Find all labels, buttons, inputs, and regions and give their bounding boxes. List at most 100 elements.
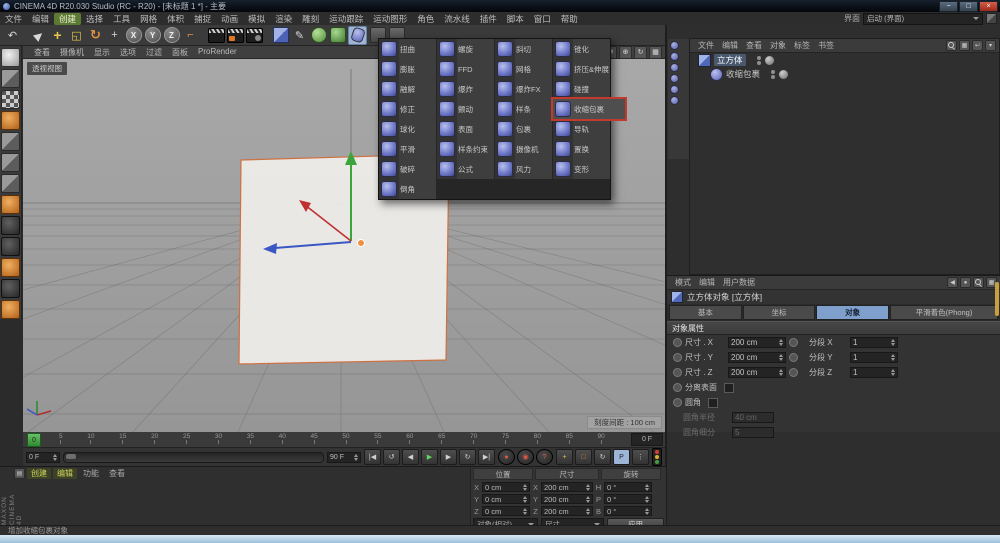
play-backwards-button[interactable]: ↺ [383,449,400,465]
menu-item[interactable]: 运动跟踪 [324,13,368,25]
menu-item[interactable]: 模拟 [243,13,270,25]
visibility-dots-icon[interactable] [757,56,761,65]
stepper-icon[interactable] [779,369,783,376]
search-icon[interactable] [946,40,957,51]
object-manager-menu-item[interactable]: 编辑 [718,40,742,51]
autokey-button[interactable]: ◉ [517,449,534,465]
axis-lock-button[interactable]: X [125,27,142,44]
layout-icon[interactable] [986,13,997,24]
move-tool-icon[interactable]: + [49,27,66,44]
menu-item[interactable]: 捕捉 [189,13,216,25]
phong-tag-icon[interactable] [764,55,775,66]
visibility-dots-icon[interactable] [771,70,775,79]
menu-item[interactable]: 网格 [135,13,162,25]
keyframe-circle-icon[interactable] [673,398,682,407]
stepper-icon[interactable] [891,339,895,346]
stepper-icon[interactable] [523,508,527,515]
key-rotation-button[interactable]: ↻ [594,449,611,465]
record-active-objects-button[interactable]: ● [498,449,515,465]
polygons-mode-icon[interactable] [1,174,20,193]
stepper-icon[interactable] [645,484,649,491]
enable-snap-icon[interactable] [1,237,20,256]
stepper-icon[interactable] [53,454,57,461]
stepper-icon[interactable] [645,496,649,503]
magnet-icon[interactable] [1,258,20,277]
interface-dropdown[interactable]: 启动 (界面) [863,13,983,25]
key-scale-button[interactable]: □ [575,449,592,465]
viewport-menu-item[interactable]: 过滤 [141,47,167,58]
keyframe-circle-icon[interactable] [673,368,682,377]
axis-lock-button[interactable]: Y [144,27,161,44]
prev-frame-button[interactable]: ◀ [402,449,419,465]
edges-mode-icon[interactable] [1,153,20,172]
live-selection-icon[interactable]: ▶ [27,23,51,47]
current-frame-field[interactable]: 0 F [631,433,663,446]
texture-mode-icon[interactable] [1,90,20,109]
jump-end-button[interactable]: ▶| [478,449,495,465]
dock-icon-4[interactable] [670,74,679,83]
range-end-field[interactable]: 90 F [327,452,361,463]
preview-range-slider[interactable] [63,452,324,463]
object-tree-row[interactable]: 收缩包裹 [690,67,999,81]
attribute-tab[interactable]: 基本 [669,305,742,320]
attr-search-icon[interactable] [973,277,984,288]
maximize-button[interactable]: □ [959,1,978,12]
subdivision-surface-icon[interactable] [310,27,327,44]
material-panel-icon[interactable]: ▤ [14,468,25,479]
timeline-ruler[interactable]: 0 51015202530354045505560657075808590 0 … [23,432,665,448]
range-handle[interactable] [66,454,76,459]
next-frame-button[interactable]: ▶ [440,449,457,465]
stepper-icon[interactable] [645,508,649,515]
last-tool-icon[interactable]: + [106,27,123,44]
stepper-icon[interactable] [523,496,527,503]
undo-icon[interactable]: ↶ [4,27,21,44]
toggle-view-icon[interactable]: ▦ [649,46,662,59]
menu-item[interactable]: 编辑 [27,13,54,25]
material-menu-item[interactable]: 功能 [79,468,103,479]
object-manager-menu-item[interactable]: 查看 [742,40,766,51]
pen-spline-icon[interactable]: ✎ [291,27,308,44]
keyframe-circle-icon[interactable] [789,338,798,347]
axis-lock-button[interactable]: Z [163,27,180,44]
dock-icon-5[interactable] [670,85,679,94]
phong-tag-icon[interactable] [778,69,789,80]
gizmo-center-handle[interactable] [358,240,365,247]
menu-item[interactable]: 动画 [216,13,243,25]
path-icon[interactable]: ↩ [972,40,983,51]
position-input[interactable]: 0 cm [482,506,530,516]
size-input[interactable]: 200 cm [541,482,593,492]
scrollbar-handle[interactable] [995,282,999,316]
stepper-icon[interactable] [891,354,895,361]
menu-item[interactable]: 工具 [108,13,135,25]
rotation-input[interactable]: 0 ° [604,494,652,504]
position-input[interactable]: 0 cm [482,494,530,504]
object-manager-menu-item[interactable]: 标签 [790,40,814,51]
render-queue-icon[interactable] [246,27,263,44]
stepper-icon[interactable] [354,454,358,461]
stepper-icon[interactable] [586,484,590,491]
range-start-field[interactable]: 0 F [26,452,60,463]
history-back-icon[interactable]: ◀ [947,277,958,288]
menu-item[interactable]: 文件 [0,13,27,25]
object-name[interactable]: 收缩包裹 [726,68,760,80]
key-position-button[interactable]: + [556,449,573,465]
workplane-snap-icon[interactable] [1,279,20,298]
loop-button[interactable]: ↻ [459,449,476,465]
attribute-tab[interactable]: 坐标 [743,305,816,320]
filter-icon[interactable]: ▦ [959,40,970,51]
keyframe-circle-icon[interactable] [789,368,798,377]
jump-start-button[interactable]: |◀ [364,449,381,465]
dock-icon-3[interactable] [670,63,679,72]
size-input[interactable]: 200 cm [541,506,593,516]
viewport-menu-item[interactable]: 显示 [89,47,115,58]
key-pla-button[interactable]: ⋮ [632,449,649,465]
menu-item[interactable]: 渲染 [270,13,297,25]
rotation-input[interactable]: 0 ° [604,482,652,492]
stepper-icon[interactable] [586,496,590,503]
material-menu-item[interactable]: 编辑 [53,468,77,479]
viewport-menu-item[interactable]: ProRender [193,47,242,58]
enable-axis-icon[interactable] [1,195,20,214]
deformers-icon[interactable] [348,26,367,45]
object-manager-menu-item[interactable]: 文件 [694,40,718,51]
axis-lock-icon[interactable] [1,300,20,319]
